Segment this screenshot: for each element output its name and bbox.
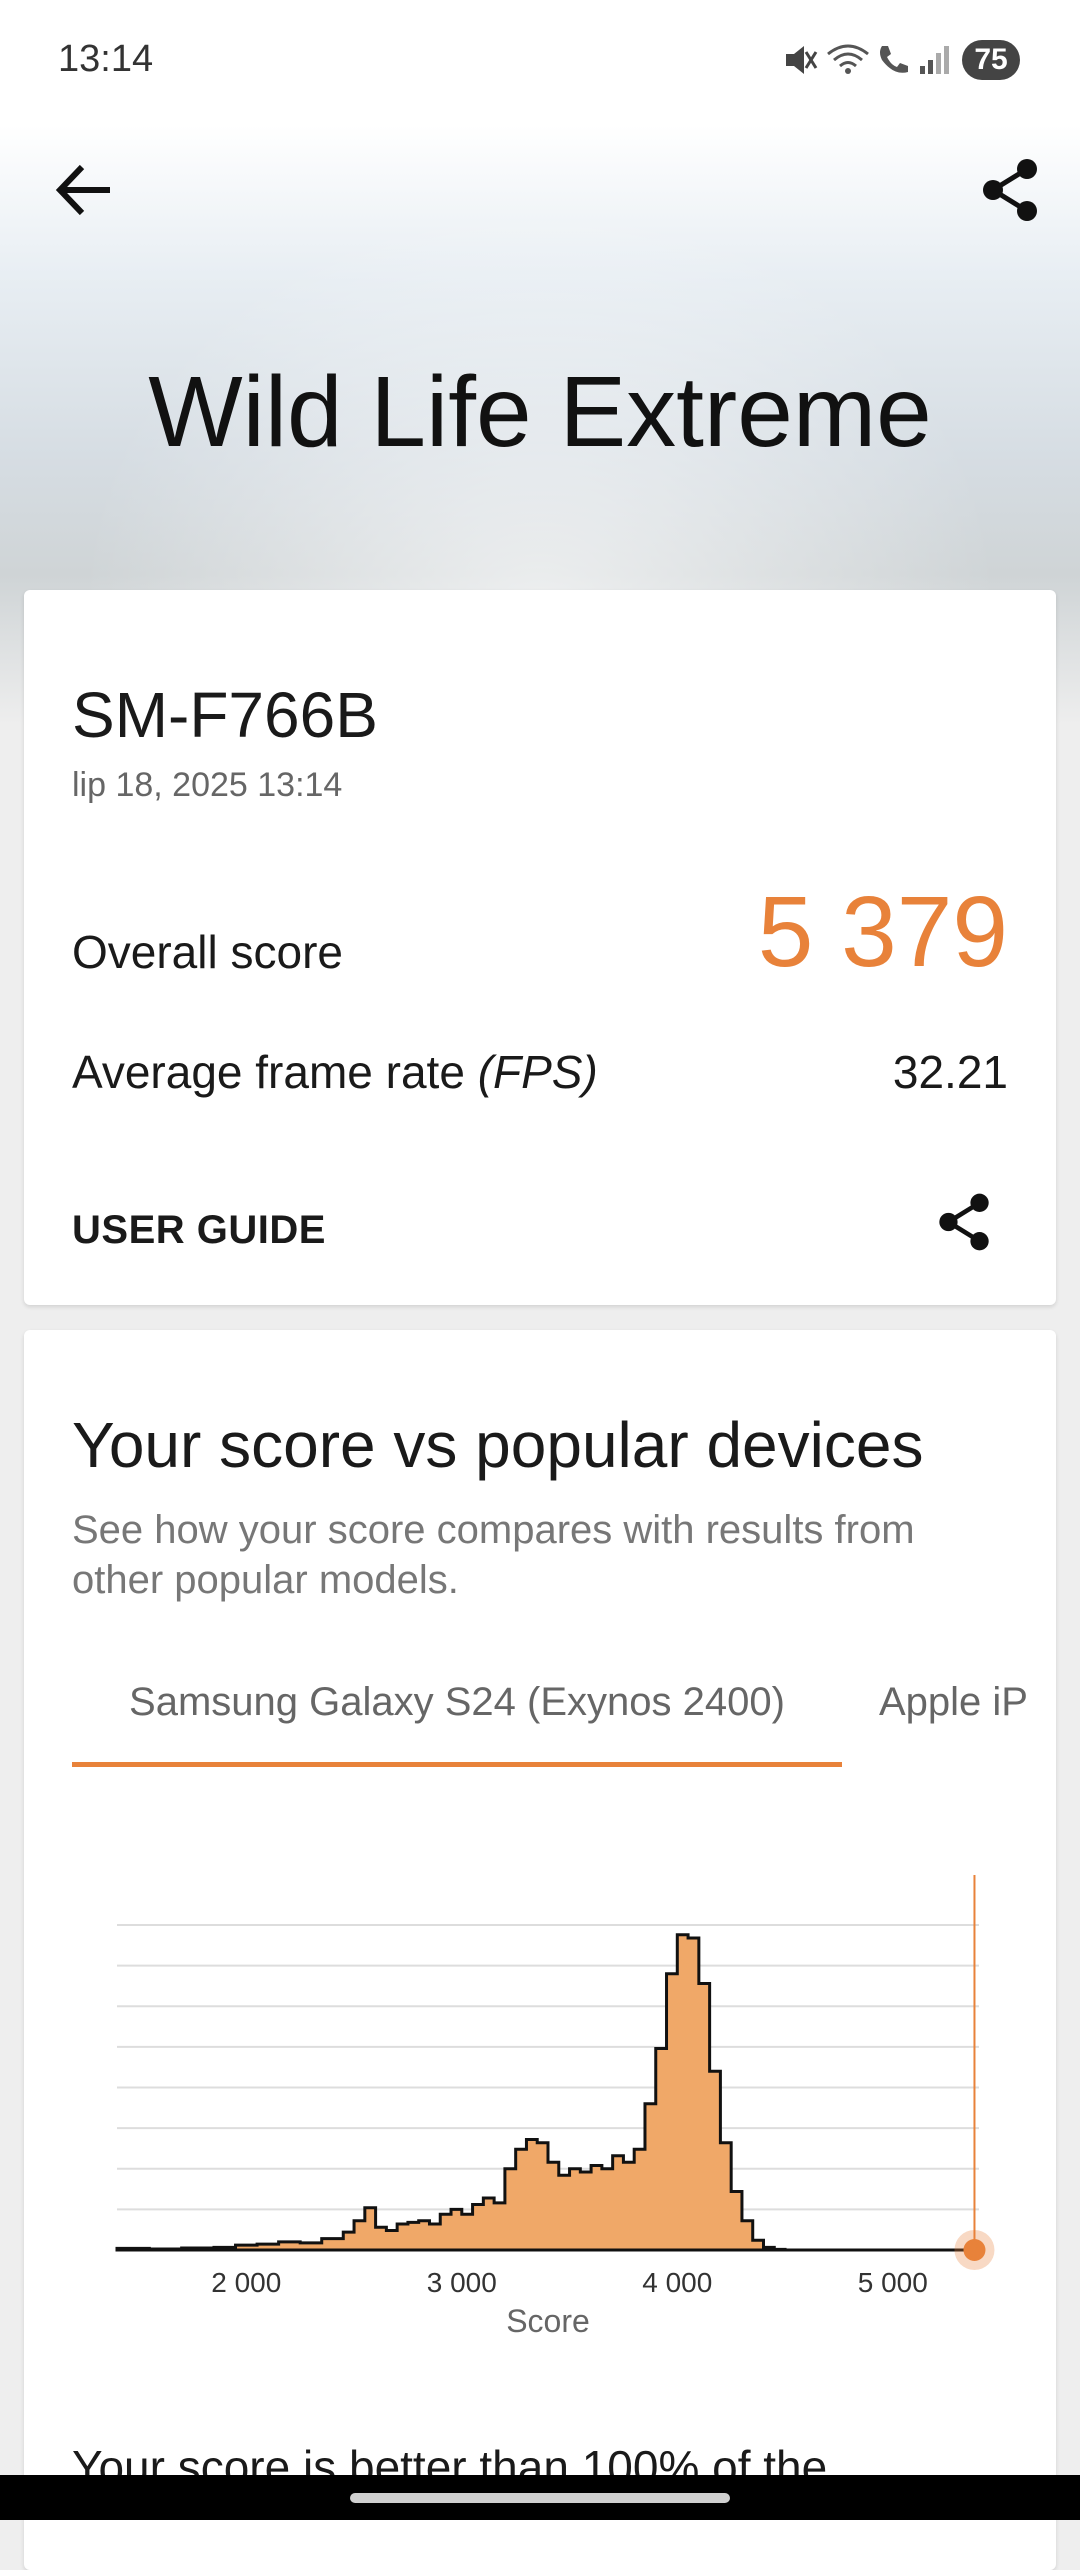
signal-icon [920, 46, 949, 74]
result-date: lip 18, 2025 13:14 [72, 766, 343, 804]
tab-label: Samsung Galaxy S24 (Exynos 2400) [129, 1680, 785, 1724]
fps-value: 32.21 [892, 1046, 1008, 1098]
tab-apple-iphone[interactable]: Apple iP [854, 1680, 1056, 1772]
x-tick-label: 5 000 [858, 2267, 928, 2298]
overall-score-label: Overall score [72, 926, 343, 978]
active-tab-indicator [72, 1762, 842, 1767]
result-card: SM-F766B lip 18, 2025 13:14 Overall scor… [24, 590, 1056, 1305]
fps-label-text: Average frame rate [72, 1046, 478, 1098]
overall-score-value: 5 379 [757, 876, 1008, 988]
comparison-title: Your score vs popular devices [72, 1409, 924, 1481]
navigation-bar [0, 2475, 1080, 2520]
user-guide-link[interactable]: USER GUIDE [72, 1208, 326, 1253]
comparison-description: See how your score compares with results… [72, 1508, 915, 1602]
x-tick-label: 3 000 [427, 2267, 497, 2298]
share-result-button[interactable] [932, 1190, 996, 1254]
share-icon [939, 1193, 989, 1251]
wifi-call-icon [827, 44, 869, 74]
muted-icon [786, 46, 818, 74]
status-bar: 13:14 75 [0, 0, 1080, 125]
status-time: 13:14 [58, 38, 154, 80]
back-button[interactable] [50, 155, 120, 225]
x-tick-label: 4 000 [642, 2267, 712, 2298]
home-handle[interactable] [350, 2493, 730, 2503]
battery-indicator: 75 [962, 40, 1020, 80]
comparison-card: Your score vs popular devices See how yo… [24, 1330, 1056, 2570]
share-button[interactable] [975, 155, 1045, 225]
x-tick-label: 2 000 [211, 2267, 281, 2298]
share-icon [983, 159, 1037, 221]
page-title: Wild Life Extreme [148, 356, 932, 468]
x-axis-label: Score [506, 2303, 590, 2339]
your-score-marker [963, 2239, 986, 2261]
tab-label: Apple iP [879, 1680, 1028, 1724]
score-distribution-chart: 2 000 3 000 4 000 5 000 Score [115, 1875, 995, 2339]
call-icon [880, 46, 908, 73]
fps-label: Average frame rate (FPS) [72, 1045, 598, 1099]
device-name: SM-F766B [72, 679, 378, 751]
fps-unit: (FPS) [477, 1046, 598, 1098]
back-arrow-icon [55, 164, 110, 216]
histogram-area [115, 1933, 796, 2252]
tab-samsung-galaxy-s24[interactable]: Samsung Galaxy S24 (Exynos 2400) [72, 1680, 842, 1772]
